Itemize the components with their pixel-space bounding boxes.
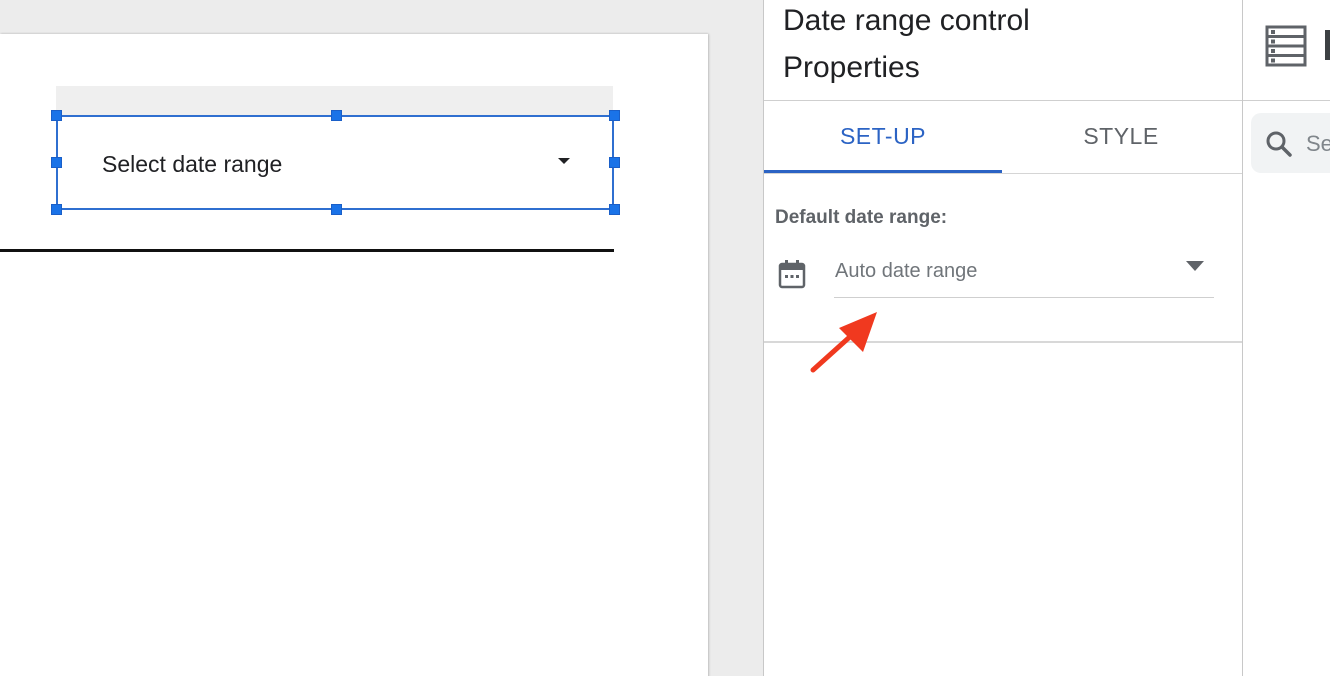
- data-panel-title-fragment: [1325, 30, 1330, 60]
- resize-handle-middle-right[interactable]: [609, 157, 620, 168]
- properties-panel: Date range control Properties SET-UP STY…: [763, 0, 1243, 676]
- section-divider: [764, 341, 1242, 343]
- search-input[interactable]: Se: [1251, 113, 1330, 173]
- tab-style[interactable]: STYLE: [1002, 101, 1240, 173]
- resize-handle-top-center[interactable]: [331, 110, 342, 121]
- tab-setup[interactable]: SET-UP: [764, 101, 1002, 173]
- default-date-range-value: Auto date range: [835, 260, 978, 282]
- canvas-line-element[interactable]: [0, 249, 614, 252]
- resize-handle-bottom-center[interactable]: [331, 204, 342, 215]
- caret-down-icon[interactable]: [558, 158, 570, 164]
- calendar-icon: [778, 260, 806, 289]
- resize-handle-top-right[interactable]: [609, 110, 620, 121]
- data-panel: Se: [1243, 0, 1330, 676]
- search-icon: [1266, 131, 1292, 157]
- report-page[interactable]: Select date range: [0, 34, 708, 676]
- date-range-control-label: Select date range: [102, 151, 283, 177]
- date-range-control[interactable]: Select date range: [56, 115, 614, 210]
- properties-tabs: SET-UP STYLE: [764, 101, 1242, 174]
- search-placeholder: Se: [1306, 131, 1330, 156]
- active-tab-indicator: [764, 170, 1002, 173]
- properties-title: Date range control: [783, 4, 1030, 37]
- resize-handle-middle-left[interactable]: [51, 157, 62, 168]
- properties-header: Date range control Properties: [764, 0, 1242, 101]
- caret-down-icon[interactable]: [1186, 261, 1204, 271]
- resize-handle-top-left[interactable]: [51, 110, 62, 121]
- default-date-range-select[interactable]: Auto date range: [834, 250, 1214, 298]
- resize-handle-bottom-left[interactable]: [51, 204, 62, 215]
- data-source-icon[interactable]: [1264, 24, 1308, 68]
- data-panel-header: [1243, 0, 1330, 101]
- app-root: Select date range Date range control Pro…: [0, 0, 1330, 676]
- default-date-range-label: Default date range:: [775, 207, 948, 228]
- resize-handle-bottom-right[interactable]: [609, 204, 620, 215]
- properties-subtitle: Properties: [783, 51, 920, 84]
- report-canvas-area: Select date range: [0, 0, 763, 676]
